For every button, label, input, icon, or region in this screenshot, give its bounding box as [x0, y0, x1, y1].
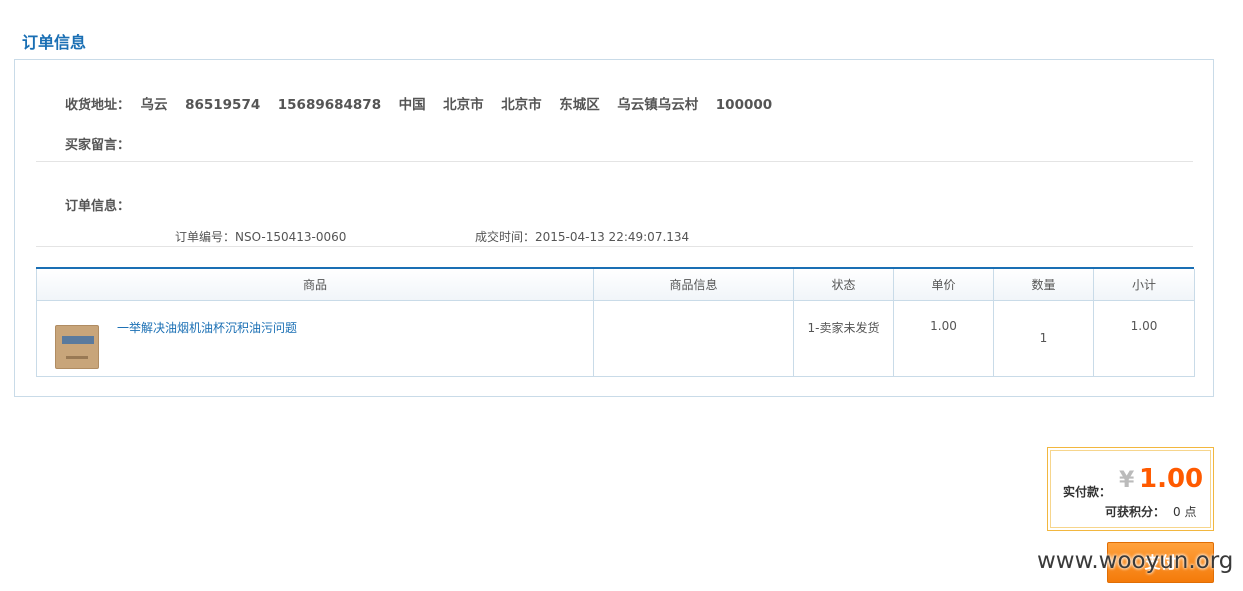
buyer-message: 买家留言： [65, 134, 130, 153]
column-header-subtotal: 小计 [1093, 269, 1195, 301]
product-box-mark [66, 355, 88, 359]
deal-time: 成交时间：2015-04-13 22:49:07.134 [475, 230, 690, 244]
product-cell: 一举解决油烟机油杯沉积油污问题 [36, 299, 594, 377]
divider [36, 161, 1193, 162]
column-header-unit-price: 单价 [893, 269, 994, 301]
address-district: 东城区 [559, 97, 600, 113]
address-mobile: 15689684878 [277, 97, 382, 113]
product-thumbnail[interactable] [55, 324, 99, 369]
address-recipient: 乌云 [140, 97, 168, 113]
address-street: 乌云镇乌云村 [617, 97, 699, 113]
order-number: 订单编号：NSO-150413-0060 [175, 230, 347, 244]
paid-amount-label: 实付款： [1063, 485, 1112, 499]
points-label: 可获积分： [1105, 505, 1166, 519]
points-value: 0 点 [1173, 505, 1197, 519]
column-header-status: 状态 [793, 269, 894, 301]
address-postcode: 100000 [715, 97, 773, 113]
address-phone: 86519574 [185, 97, 261, 113]
order-info-label: 订单信息： [65, 199, 131, 214]
page-title: 订单信息 [22, 33, 87, 52]
address-province: 北京市 [443, 97, 484, 113]
column-header-quantity: 数量 [993, 269, 1094, 301]
pay-button[interactable]: 支付 [1107, 542, 1214, 583]
order-items-table: 商品 商品信息 状态 单价 数量 小计 一举解决油烟机油杯沉积油污问题 1-卖家… [36, 267, 1195, 377]
points-earned: 可获积分： 0 点 [1105, 503, 1196, 520]
product-name-link[interactable]: 一举解决油烟机油杯沉积油污问题 [117, 319, 297, 336]
table-header-row: 商品 商品信息 状态 单价 数量 小计 [36, 269, 1195, 301]
product-info-cell [593, 299, 794, 377]
payment-summary: 实付款： ¥ 1.00 可获积分： 0 点 [1047, 447, 1214, 531]
subtotal-cell: 1.00 [1093, 299, 1195, 377]
address-city: 北京市 [501, 97, 542, 113]
paid-amount: 1.00 [1139, 464, 1204, 494]
column-header-product: 商品 [36, 269, 594, 301]
quantity-cell: 1 [993, 299, 1094, 377]
address-country: 中国 [398, 97, 426, 113]
buyer-message-label: 买家留言： [65, 138, 131, 153]
unit-price-cell: 1.00 [893, 299, 994, 377]
table-row: 一举解决油烟机油杯沉积油污问题 1-卖家未发货 1.00 1 1.00 [36, 299, 1195, 377]
product-box-label [62, 335, 94, 344]
column-header-product-info: 商品信息 [593, 269, 794, 301]
payment-summary-inner: 实付款： ¥ 1.00 可获积分： 0 点 [1050, 450, 1211, 528]
status-cell: 1-卖家未发货 [793, 299, 894, 377]
currency-symbol: ¥ [1119, 468, 1135, 493]
divider [36, 246, 1193, 247]
order-details-panel: 收货地址： 乌云 86519574 15689684878 中国 北京市 北京市… [14, 59, 1214, 397]
shipping-address-label: 收货地址： [65, 98, 131, 113]
shipping-address: 收货地址： 乌云 86519574 15689684878 中国 北京市 北京市… [65, 93, 785, 113]
